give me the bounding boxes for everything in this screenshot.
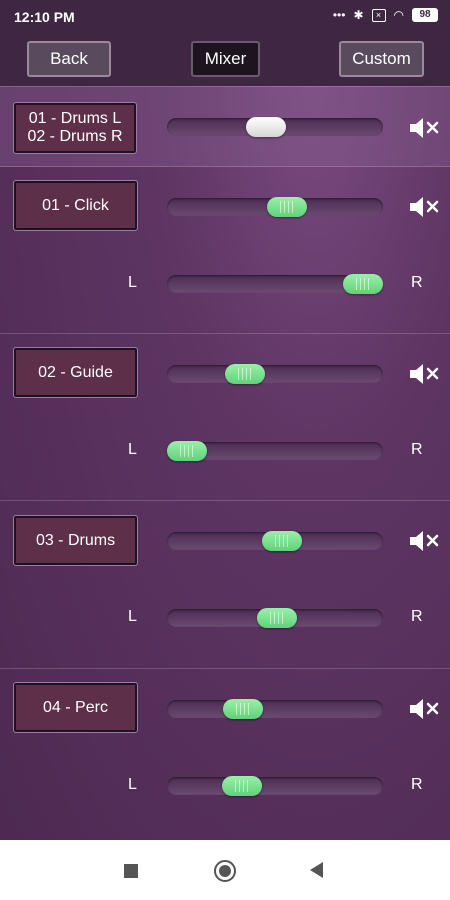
speaker-muted-icon[interactable] — [408, 195, 440, 219]
back-nav-icon[interactable] — [310, 862, 323, 878]
more-notifications-icon: ••• — [332, 8, 346, 22]
channel-row: 02 - Guide L R — [0, 333, 450, 501]
master-volume-handle[interactable] — [246, 117, 287, 137]
mixer-tab[interactable]: Mixer — [191, 41, 260, 77]
system-nav-bar — [0, 840, 450, 900]
bluetooth-icon: ✱ — [353, 8, 364, 22]
pan-left-label: L — [128, 608, 137, 625]
volume-handle[interactable] — [262, 531, 303, 551]
channel-row: 03 - Drums L R — [0, 500, 450, 669]
channel-row: 01 - Click L R — [0, 166, 450, 334]
channel-volume-slider[interactable] — [167, 197, 383, 217]
toolbar: Back Mixer Custom — [0, 34, 450, 86]
channel-pan-slider[interactable] — [167, 274, 383, 294]
channel-row: 04 - Perc L R — [0, 668, 450, 840]
wifi-icon: ◠ — [393, 8, 404, 22]
pan-right-label: R — [411, 608, 423, 625]
volume-handle[interactable] — [267, 197, 308, 217]
custom-button[interactable]: Custom — [339, 41, 424, 77]
speaker-muted-icon[interactable] — [408, 697, 440, 721]
volume-handle[interactable] — [225, 364, 266, 384]
master-row: 01 - Drums L 02 - Drums R — [0, 86, 450, 167]
channel-volume-slider[interactable] — [167, 699, 383, 719]
pan-handle[interactable] — [343, 274, 383, 294]
recent-apps-icon[interactable] — [124, 864, 138, 878]
channel-label[interactable]: 04 - Perc — [13, 682, 138, 733]
master-channel-label[interactable]: 01 - Drums L 02 - Drums R — [13, 102, 137, 154]
home-icon[interactable] — [214, 860, 236, 882]
pan-handle[interactable] — [221, 776, 262, 796]
status-icons: ••• ✱ × ◠ 98 — [333, 8, 438, 22]
pan-left-label: L — [128, 274, 137, 291]
speaker-muted-icon[interactable] — [408, 362, 440, 386]
status-bar: 12:10 PM ••• ✱ × ◠ 98 — [0, 0, 450, 34]
master-label-line2: 02 - Drums R — [27, 128, 123, 145]
channel-pan-slider[interactable] — [167, 776, 383, 796]
channel-pan-slider[interactable] — [167, 608, 383, 628]
channel-pan-slider[interactable] — [167, 441, 383, 461]
pan-right-label: R — [411, 441, 423, 458]
back-button[interactable]: Back — [27, 41, 111, 77]
channel-label[interactable]: 02 - Guide — [13, 347, 138, 398]
battery-icon: 98 — [412, 8, 438, 22]
sim-icon: × — [371, 8, 386, 22]
channel-label[interactable]: 01 - Click — [13, 180, 138, 231]
pan-handle[interactable] — [256, 608, 297, 628]
pan-handle[interactable] — [167, 441, 207, 461]
master-volume-slider[interactable] — [167, 117, 383, 137]
master-label-line1: 01 - Drums L — [28, 110, 122, 127]
pan-right-label: R — [411, 274, 423, 291]
volume-handle[interactable] — [223, 699, 264, 719]
channel-label[interactable]: 03 - Drums — [13, 515, 138, 566]
mixer-screen: 12:10 PM ••• ✱ × ◠ 98 Back Mixer Custom … — [0, 0, 450, 840]
pan-right-label: R — [411, 776, 423, 793]
channel-volume-slider[interactable] — [167, 364, 383, 384]
channel-volume-slider[interactable] — [167, 531, 383, 551]
speaker-muted-icon[interactable] — [408, 529, 440, 553]
status-time: 12:10 PM — [14, 9, 75, 25]
speaker-muted-icon[interactable] — [408, 116, 440, 140]
pan-left-label: L — [128, 776, 137, 793]
pan-left-label: L — [128, 441, 137, 458]
